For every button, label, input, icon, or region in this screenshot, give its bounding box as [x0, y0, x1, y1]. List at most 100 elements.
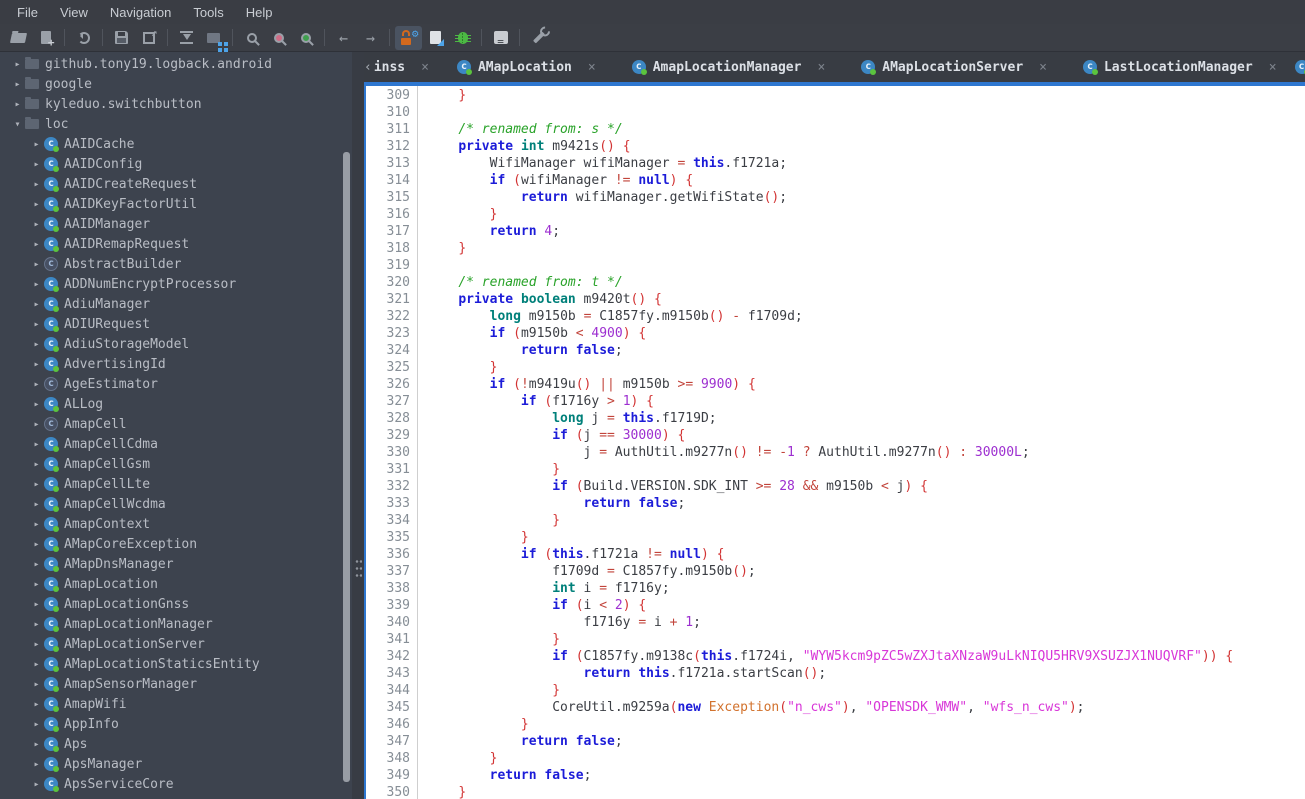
chevron-right-icon[interactable]: ▸ [10, 99, 25, 110]
tree-item-ApsServiceCore[interactable]: ▸ c ApsServiceCore [0, 774, 352, 794]
tree-item-AmapLocationGnss[interactable]: ▸ c AmapLocationGnss [0, 594, 352, 614]
tree-item-AdiuManager[interactable]: ▸ c AdiuManager [0, 294, 352, 314]
chevron-right-icon[interactable]: ▸ [29, 239, 44, 250]
tree-item-AppInfo[interactable]: ▸ c AppInfo [0, 714, 352, 734]
sync-button[interactable] [173, 26, 200, 50]
tree-item-AmapLocationManager[interactable]: ▸ c AmapLocationManager [0, 614, 352, 634]
reload-button[interactable] [70, 26, 97, 50]
tree-item-AmapLocation[interactable]: ▸ c AmapLocation [0, 574, 352, 594]
tree-item-AmapSensorManager[interactable]: ▸ c AmapSensorManager [0, 674, 352, 694]
chevron-right-icon[interactable]: ▸ [29, 579, 44, 590]
tree-item-AAIDCreateRequest[interactable]: ▸ c AAIDCreateRequest [0, 174, 352, 194]
export-button[interactable] [135, 26, 162, 50]
debugger-button[interactable] [449, 26, 476, 50]
tab-scroll-left-button[interactable]: ‹ [364, 52, 372, 82]
chevron-right-icon[interactable]: ▸ [29, 399, 44, 410]
comment-search-button[interactable] [292, 26, 319, 50]
back-button[interactable] [330, 26, 357, 50]
tree-item-ADIURequest[interactable]: ▸ c ADIURequest [0, 314, 352, 334]
tree-item-AmapWifi[interactable]: ▸ c AmapWifi [0, 694, 352, 714]
tree-item-AMapLocationStaticsEntity[interactable]: ▸ c AMapLocationStaticsEntity [0, 654, 352, 674]
close-icon[interactable]: × [421, 60, 429, 75]
tree-item-AMapCoreException[interactable]: ▸ c AMapCoreException [0, 534, 352, 554]
sidebar-scrollbar[interactable] [343, 152, 350, 782]
save-all-button[interactable] [108, 26, 135, 50]
chevron-right-icon[interactable]: ▸ [29, 339, 44, 350]
tree-item-ALLog[interactable]: ▸ c ALLog [0, 394, 352, 414]
close-icon[interactable]: × [1269, 60, 1277, 75]
chevron-right-icon[interactable]: ▸ [29, 739, 44, 750]
chevron-right-icon[interactable]: ▸ [29, 599, 44, 610]
tree-item-AAIDKeyFactorUtil[interactable]: ▸ c AAIDKeyFactorUtil [0, 194, 352, 214]
tab-LastLocationManager[interactable]: c LastLocationManager × [1065, 52, 1295, 82]
close-icon[interactable]: × [1039, 60, 1047, 75]
chevron-right-icon[interactable]: ▸ [29, 559, 44, 570]
chevron-right-icon[interactable]: ▸ [29, 319, 44, 330]
tree-item-AgeEstimator[interactable]: ▸ c AgeEstimator [0, 374, 352, 394]
tab-inss[interactable]: inss × [372, 52, 439, 82]
chevron-right-icon[interactable]: ▸ [10, 79, 25, 90]
tree-item-AmapCell[interactable]: ▸ c AmapCell [0, 414, 352, 434]
chevron-right-icon[interactable]: ▸ [29, 639, 44, 650]
tree-item-AAIDManager[interactable]: ▸ c AAIDManager [0, 214, 352, 234]
deobfuscation-button[interactable] [395, 25, 422, 50]
menu-help[interactable]: Help [235, 2, 284, 23]
tab-AmapLocationManager[interactable]: c AmapLocationManager × [614, 52, 844, 82]
add-files-button[interactable] [32, 26, 59, 50]
flat-packages-button[interactable] [200, 26, 227, 50]
chevron-right-icon[interactable]: ▸ [29, 219, 44, 230]
chevron-right-icon[interactable]: ▸ [29, 779, 44, 790]
chevron-right-icon[interactable]: ▸ [29, 459, 44, 470]
chevron-right-icon[interactable]: ▸ [10, 59, 25, 70]
chevron-right-icon[interactable]: ▸ [29, 719, 44, 730]
tree-item-ApsManager[interactable]: ▸ c ApsManager [0, 754, 352, 774]
chevron-right-icon[interactable]: ▸ [29, 699, 44, 710]
tree-item-AmapCellLte[interactable]: ▸ c AmapCellLte [0, 474, 352, 494]
code-editor[interactable]: 309 310 311 312 313 314 315 316 317 318 319 320 321 3… [364, 86, 1305, 799]
tree-item-AMapDnsManager[interactable]: ▸ c AMapDnsManager [0, 554, 352, 574]
chevron-right-icon[interactable]: ▸ [29, 519, 44, 530]
forward-button[interactable] [357, 26, 384, 50]
chevron-right-icon[interactable]: ▸ [29, 299, 44, 310]
tree-item-loc[interactable]: ▾ loc [0, 114, 352, 134]
chevron-right-icon[interactable]: ▸ [29, 539, 44, 550]
tree-item-AAIDConfig[interactable]: ▸ c AAIDConfig [0, 154, 352, 174]
tree-item-AdvertisingId[interactable]: ▸ c AdvertisingId [0, 354, 352, 374]
tree-item-AbstractBuilder[interactable]: ▸ c AbstractBuilder [0, 254, 352, 274]
tree-item-AMapLocationServer[interactable]: ▸ c AMapLocationServer [0, 634, 352, 654]
chevron-right-icon[interactable]: ▸ [29, 679, 44, 690]
chevron-right-icon[interactable]: ▸ [29, 419, 44, 430]
log-viewer-button[interactable] [487, 26, 514, 50]
tab-AMapLocation[interactable]: c AMapLocation × [439, 52, 614, 82]
tree-item-AmapContext[interactable]: ▸ c AmapContext [0, 514, 352, 534]
chevron-right-icon[interactable]: ▸ [29, 379, 44, 390]
close-icon[interactable]: × [588, 60, 596, 75]
chevron-right-icon[interactable]: ▸ [29, 499, 44, 510]
tree-item-kyleduo.switchbutton[interactable]: ▸ kyleduo.switchbutton [0, 94, 352, 114]
chevron-right-icon[interactable]: ▸ [29, 259, 44, 270]
class-search-button[interactable] [265, 26, 292, 50]
preferences-button[interactable] [525, 26, 552, 50]
chevron-right-icon[interactable]: ▸ [29, 659, 44, 670]
open-folder-button[interactable] [5, 26, 32, 50]
edit-document-button[interactable] [422, 26, 449, 50]
tree-item-ADDNumEncryptProcessor[interactable]: ▸ c ADDNumEncryptProcessor [0, 274, 352, 294]
tree-item-AmapCellWcdma[interactable]: ▸ c AmapCellWcdma [0, 494, 352, 514]
chevron-right-icon[interactable]: ▸ [29, 179, 44, 190]
menu-navigation[interactable]: Navigation [99, 2, 182, 23]
tree-item-google[interactable]: ▸ google [0, 74, 352, 94]
search-button[interactable] [238, 26, 265, 50]
chevron-right-icon[interactable]: ▸ [29, 199, 44, 210]
tree-item-AmapCellGsm[interactable]: ▸ c AmapCellGsm [0, 454, 352, 474]
menu-file[interactable]: File [6, 2, 49, 23]
tree-item-AmapCellCdma[interactable]: ▸ c AmapCellCdma [0, 434, 352, 454]
chevron-right-icon[interactable]: ▸ [29, 759, 44, 770]
chevron-right-icon[interactable]: ▸ [29, 279, 44, 290]
chevron-right-icon[interactable]: ▸ [29, 439, 44, 450]
tree-item-github.tony19.logback.android[interactable]: ▸ github.tony19.logback.android [0, 54, 352, 74]
chevron-right-icon[interactable]: ▸ [29, 479, 44, 490]
chevron-right-icon[interactable]: ▸ [29, 359, 44, 370]
menu-tools[interactable]: Tools [182, 2, 234, 23]
tree-item-AdiuStorageModel[interactable]: ▸ c AdiuStorageModel [0, 334, 352, 354]
chevron-right-icon[interactable]: ▸ [29, 159, 44, 170]
